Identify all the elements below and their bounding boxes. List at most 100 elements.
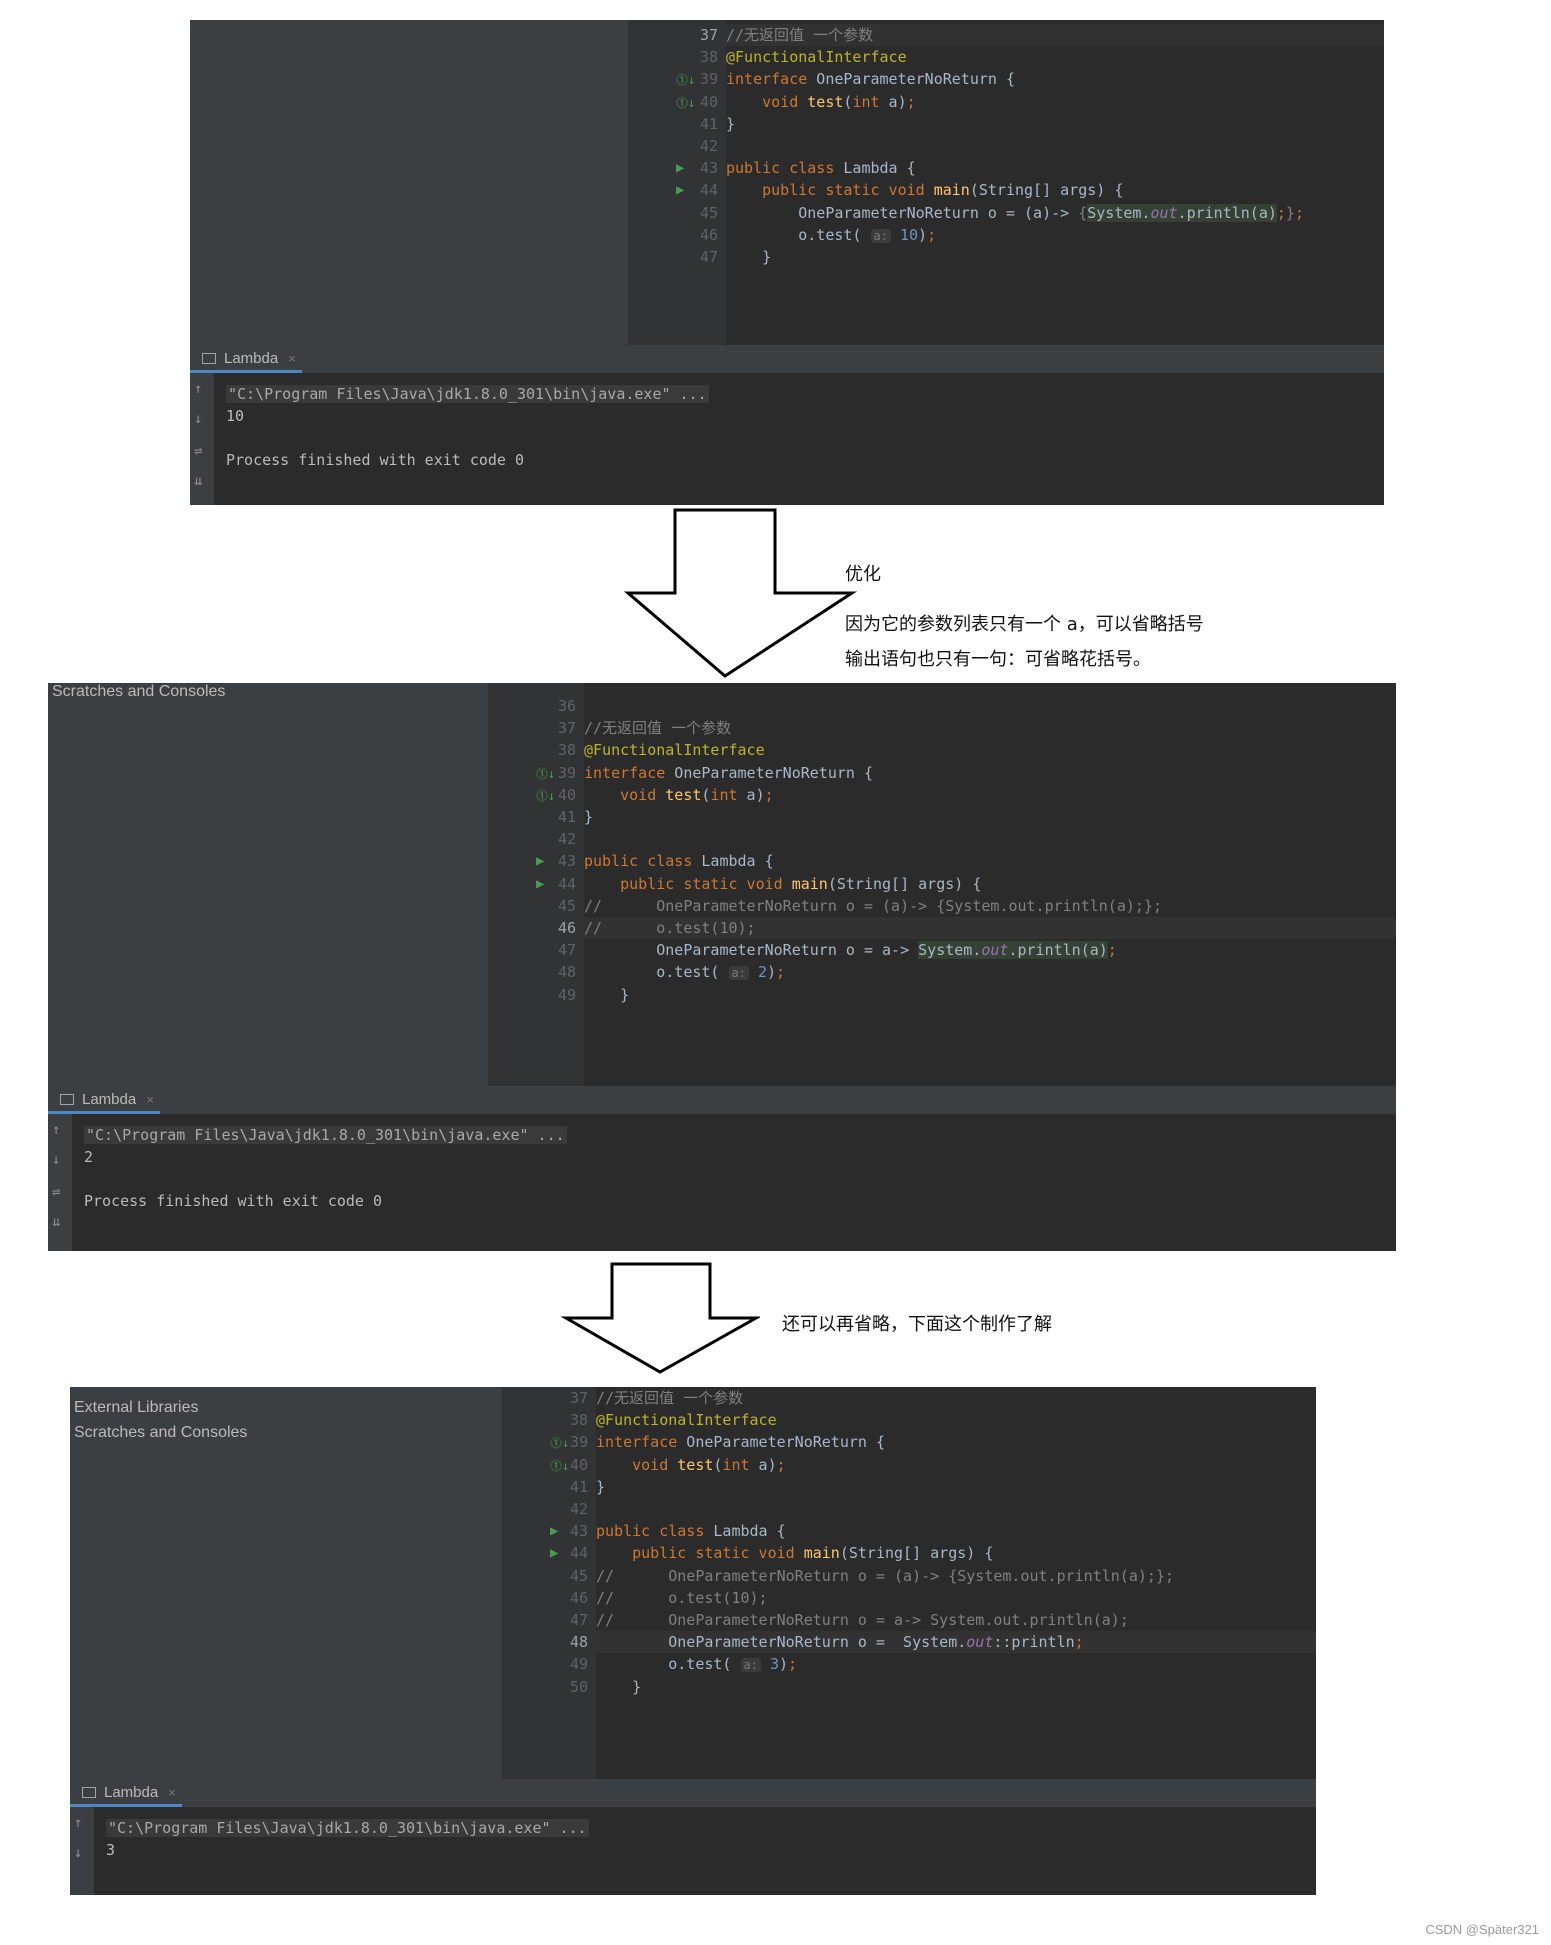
code-line[interactable]: } — [726, 246, 1384, 268]
code-line[interactable]: interface OneParameterNoReturn { — [584, 762, 1396, 784]
code-line[interactable]: OneParameterNoReturn o = (a)-> {System.o… — [726, 202, 1384, 224]
project-panel: Scratches and Consoles — [48, 683, 488, 1086]
implemented-icon[interactable]: ⓵↓ — [550, 1457, 569, 1474]
code-line[interactable]: void test(int a); — [726, 91, 1384, 113]
code-line[interactable]: } — [584, 984, 1396, 1006]
implemented-icon[interactable]: ⓵↓ — [676, 94, 695, 111]
run-icon[interactable]: ▶ — [536, 853, 544, 869]
code-line[interactable]: @FunctionalInterface — [596, 1409, 1316, 1431]
run-tab-lambda[interactable]: Lambda × — [70, 1779, 182, 1807]
code-line[interactable]: public static void main(String[] args) { — [584, 873, 1396, 895]
run-icon[interactable]: ▶ — [536, 876, 544, 892]
console-icon — [82, 1787, 96, 1798]
code-line[interactable]: void test(int a); — [584, 784, 1396, 806]
code-line[interactable]: } — [584, 806, 1396, 828]
close-icon[interactable]: × — [168, 1785, 176, 1800]
console-command-line: "C:\Program Files\Java\jdk1.8.0_301\bin\… — [84, 1126, 567, 1144]
close-icon[interactable]: × — [288, 351, 296, 366]
down-arrow-icon — [560, 1262, 760, 1374]
code-line[interactable]: OneParameterNoReturn o = System.out::pri… — [596, 1631, 1316, 1654]
code-line[interactable]: // OneParameterNoReturn o = (a)-> {Syste… — [596, 1565, 1316, 1587]
soft-wrap-icon[interactable]: ⇌ — [194, 443, 202, 459]
code-line[interactable]: // OneParameterNoReturn o = a-> System.o… — [596, 1609, 1316, 1631]
up-arrow-icon[interactable]: ↑ — [194, 381, 202, 397]
code-line[interactable] — [726, 135, 1384, 157]
run-tab-bar: Lambda × — [48, 1086, 1396, 1114]
code-line[interactable]: //无返回值 一个参数 — [726, 24, 1384, 46]
line-number: 45 — [699, 203, 718, 222]
line-number: 38 — [557, 741, 576, 760]
line-number: 46 — [699, 225, 718, 244]
line-number: 47 — [699, 248, 718, 266]
code-editor[interactable]: //无返回值 一个参数 @FunctionalInterface interface… — [584, 683, 1396, 1086]
run-icon[interactable]: ▶ — [676, 182, 684, 198]
run-tab-lambda[interactable]: Lambda × — [48, 1086, 160, 1114]
code-line[interactable]: } — [596, 1676, 1316, 1698]
code-line[interactable] — [596, 1498, 1316, 1520]
line-number: 42 — [699, 137, 718, 155]
code-line[interactable]: interface OneParameterNoReturn { — [596, 1431, 1316, 1453]
code-line[interactable]: // o.test(10); — [596, 1587, 1316, 1609]
run-panel: Lambda × ↑ ↓ ⇌ ⇊ "C:\Program Files\Java\… — [190, 345, 1384, 505]
code-line[interactable]: //无返回值 一个参数 — [584, 717, 1396, 739]
line-number: 47 — [569, 1611, 588, 1629]
implemented-icon[interactable]: ⓵↓ — [550, 1434, 569, 1451]
line-number: 45 — [557, 896, 576, 915]
implemented-icon[interactable]: ⓵↓ — [676, 71, 695, 88]
console-output-line: Process finished with exit code 0 — [226, 451, 525, 469]
run-icon[interactable]: ▶ — [676, 160, 684, 176]
up-arrow-icon[interactable]: ↑ — [52, 1122, 60, 1138]
code-line[interactable]: //无返回值 一个参数 — [596, 1387, 1316, 1409]
down-arrow-icon[interactable]: ↓ — [52, 1152, 60, 1168]
console-command-line: "C:\Program Files\Java\jdk1.8.0_301\bin\… — [226, 385, 709, 403]
down-arrow-icon[interactable]: ↓ — [74, 1845, 82, 1861]
line-number: 45 — [569, 1566, 588, 1585]
run-icon[interactable]: ▶ — [550, 1523, 558, 1539]
down-arrow-icon[interactable]: ↓ — [194, 411, 202, 427]
code-line[interactable] — [584, 695, 1396, 717]
code-line[interactable]: } — [726, 113, 1384, 135]
code-line[interactable]: public class Lambda { — [596, 1520, 1316, 1542]
scroll-to-end-icon[interactable]: ⇊ — [194, 473, 202, 489]
code-line[interactable]: o.test( a: 2); — [584, 961, 1396, 983]
code-line[interactable]: public class Lambda { — [584, 850, 1396, 872]
code-line[interactable]: o.test( a: 10); — [726, 224, 1384, 246]
line-number: 38 — [569, 1411, 588, 1430]
down-arrow-icon — [623, 508, 858, 678]
code-line[interactable]: } — [596, 1476, 1316, 1498]
code-line[interactable]: o.test( a: 3); — [596, 1653, 1316, 1675]
run-tab-label: Lambda — [224, 350, 279, 367]
up-arrow-icon[interactable]: ↑ — [74, 1815, 82, 1831]
code-line[interactable]: @FunctionalInterface — [726, 46, 1384, 68]
project-panel: External Libraries Scratches and Console… — [70, 1387, 502, 1779]
code-editor[interactable]: //无返回值 一个参数 @FunctionalInterface interface… — [726, 20, 1384, 345]
line-number: 48 — [569, 1633, 588, 1652]
code-editor[interactable]: //无返回值 一个参数 @FunctionalInterface interface… — [596, 1387, 1316, 1779]
line-number: 37 — [699, 26, 718, 44]
implemented-icon[interactable]: ⓵↓ — [536, 765, 555, 782]
project-item-scratches[interactable]: Scratches and Consoles — [74, 1424, 247, 1442]
console-icon — [60, 1094, 74, 1105]
soft-wrap-icon[interactable]: ⇌ — [52, 1184, 60, 1200]
run-tab-lambda[interactable]: Lambda × — [190, 345, 302, 373]
code-line[interactable]: public static void main(String[] args) { — [726, 179, 1384, 201]
code-line[interactable]: public class Lambda { — [726, 157, 1384, 179]
code-line[interactable]: @FunctionalInterface — [584, 739, 1396, 761]
note-title: 优化 — [845, 564, 881, 585]
code-line[interactable]: // OneParameterNoReturn o = (a)-> {Syste… — [584, 895, 1396, 917]
code-line[interactable]: OneParameterNoReturn o = a-> System.out.… — [584, 939, 1396, 961]
code-line[interactable]: // o.test(10); — [584, 917, 1396, 939]
run-toolbar: ↑ ↓ ⇌ ⇊ — [48, 1114, 72, 1251]
close-icon[interactable]: × — [146, 1092, 154, 1107]
project-item-external-libraries[interactable]: External Libraries — [74, 1399, 199, 1417]
run-icon[interactable]: ▶ — [550, 1545, 558, 1561]
code-line[interactable] — [584, 828, 1396, 850]
implemented-icon[interactable]: ⓵↓ — [536, 787, 555, 804]
project-item-scratches[interactable]: Scratches and Consoles — [52, 683, 225, 701]
scroll-to-end-icon[interactable]: ⇊ — [52, 1214, 60, 1230]
code-line[interactable]: void test(int a); — [596, 1454, 1316, 1476]
console-output-line: 3 — [106, 1841, 116, 1859]
code-line[interactable]: interface OneParameterNoReturn { — [726, 68, 1384, 90]
code-line[interactable]: public static void main(String[] args) { — [596, 1542, 1316, 1564]
line-number: 41 — [557, 808, 576, 826]
